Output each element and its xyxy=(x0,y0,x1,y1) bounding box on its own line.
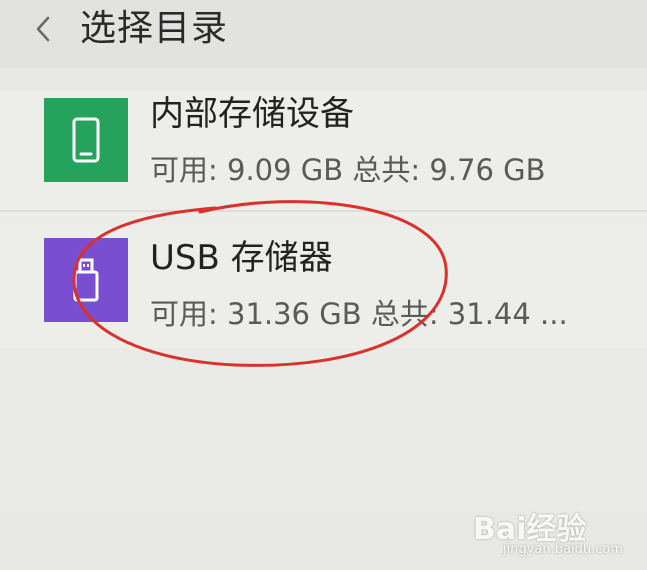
storage-item-detail: 可用: 9.09 GB 总共: 9.76 GB xyxy=(150,153,546,187)
usb-drive-icon xyxy=(73,258,99,302)
chevron-left-icon xyxy=(36,16,50,42)
list-divider xyxy=(0,210,647,212)
watermark: Bai经验 jingyan.baidu.com xyxy=(473,504,633,562)
phone-icon xyxy=(72,117,100,163)
storage-item-name: USB 存储器 xyxy=(150,238,333,278)
storage-item-internal[interactable]: 内部存储设备 可用: 9.09 GB 总共: 9.76 GB xyxy=(0,90,647,216)
watermark-url: jingyan.baidu.com xyxy=(503,542,623,557)
storage-item-usb[interactable]: USB 存储器 可用: 31.36 GB 总共: 31.44 ... xyxy=(0,228,647,348)
internal-storage-tile xyxy=(44,98,128,182)
storage-item-detail: 可用: 31.36 GB 总共: 31.44 ... xyxy=(150,297,568,331)
back-button[interactable] xyxy=(28,8,58,50)
page-title: 选择目录 xyxy=(80,8,229,49)
header-bar: 选择目录 xyxy=(0,0,647,68)
storage-item-name: 内部存储设备 xyxy=(150,94,354,134)
screen: 选择目录 内部存储设备 可用: 9.09 GB 总共: 9.76 GB USB … xyxy=(0,0,647,570)
usb-storage-tile xyxy=(44,238,128,322)
